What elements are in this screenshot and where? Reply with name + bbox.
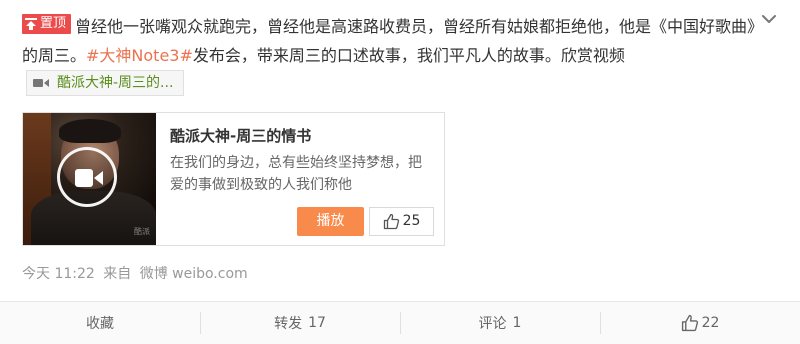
- play-video-button[interactable]: [57, 147, 117, 207]
- video-link-label: 酷派大神-周三的...: [57, 74, 174, 91]
- post-text: 置顶 曾经他一张嘴观众就跑完，曾经他是高速路收费员，曾经所有姑娘都拒绝他，他是《…: [22, 12, 757, 99]
- repost-label: 转发: [274, 316, 303, 332]
- comment-button[interactable]: 评论 1: [400, 302, 600, 344]
- like-count: 22: [701, 315, 720, 331]
- video-camera-icon: [33, 79, 49, 87]
- like-button[interactable]: 22: [600, 302, 800, 344]
- comment-label: 评论: [478, 316, 507, 332]
- video-card: 酷派 酷派大神-周三的情书 在我们的身边，总有些始终坚持梦想，把爱的事做到极致的…: [22, 112, 445, 246]
- favorite-button[interactable]: 收藏: [0, 302, 200, 344]
- weibo-post-card: 置顶 曾经他一张嘴观众就跑完，曾经他是高速路收费员，曾经所有姑娘都拒绝他，他是《…: [0, 0, 800, 344]
- post-from-label: 来自: [103, 266, 132, 282]
- comment-count: 1: [512, 315, 522, 331]
- video-link-chip[interactable]: 酷派大神-周三的...: [26, 70, 185, 96]
- pin-label: 置顶: [40, 16, 67, 31]
- thumbs-up-icon: [383, 213, 399, 230]
- video-thumbnail[interactable]: 酷派: [23, 113, 156, 245]
- topic-link[interactable]: #大神Note3#: [86, 46, 193, 65]
- action-bar: 收藏 转发 17 评论 1 22: [0, 301, 800, 344]
- pin-badge: 置顶: [22, 14, 72, 34]
- repost-button[interactable]: 转发 17: [200, 302, 400, 344]
- post-source[interactable]: 微博 weibo.com: [140, 266, 248, 282]
- thumbs-up-icon: [681, 314, 698, 332]
- post-time[interactable]: 今天 11:22: [22, 266, 95, 282]
- thumb-watermark: 酷派: [134, 227, 150, 236]
- video-card-like-count: 25: [402, 213, 421, 229]
- pin-icon: [25, 18, 37, 30]
- video-card-like-button[interactable]: 25: [369, 207, 434, 236]
- video-card-description: 在我们的身边，总有些始终坚持梦想，把爱的事做到极致的人我们称他: [170, 155, 422, 193]
- repost-count: 17: [308, 315, 326, 331]
- chevron-down-icon[interactable]: [760, 10, 778, 28]
- post-meta: 今天 11:22 来自 微博 weibo.com: [22, 263, 252, 283]
- thumb-person-hair: [59, 119, 121, 143]
- play-button[interactable]: 播放: [297, 207, 364, 236]
- play-video-icon: [75, 169, 103, 187]
- post-text-part-2: 发布会，带来周三的口述故事，我们平凡人的故事。欣赏视频: [192, 46, 625, 65]
- video-card-title[interactable]: 酷派大神-周三的情书: [170, 125, 311, 146]
- favorite-label: 收藏: [86, 316, 114, 332]
